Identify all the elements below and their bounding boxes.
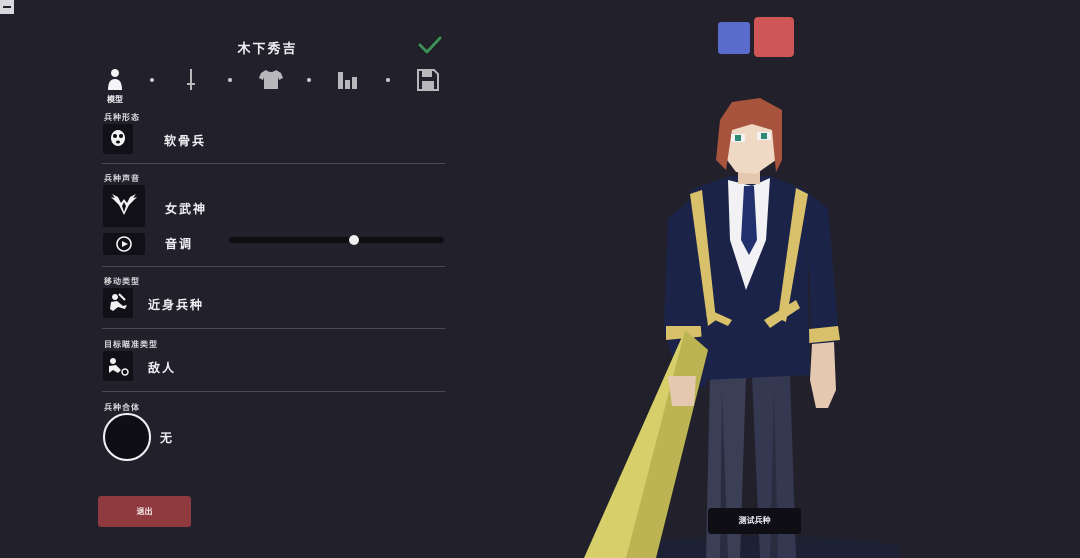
pitch-slider[interactable] <box>229 235 444 245</box>
test-unit-button[interactable]: 测试兵种 <box>708 508 801 534</box>
tab-separator-dot <box>228 78 232 82</box>
voice-section-label: 兵种声音 <box>104 174 140 183</box>
melee-unit-icon <box>110 293 127 311</box>
section-divider <box>102 328 445 329</box>
pitch-slider-handle[interactable] <box>348 235 359 245</box>
stats-icon <box>338 72 357 89</box>
form-value: 软骨兵 <box>164 134 207 148</box>
voice-play-button[interactable] <box>103 233 145 255</box>
movement-section-label: 移动类型 <box>104 277 140 286</box>
unit-character-model <box>584 98 910 558</box>
valkyrie-wings-icon <box>111 194 137 215</box>
unit-creator-screen: 木下秀吉 模型 兵种形态 软骨兵 兵种声音 女武神 音调 移动类型 近身兵种 目… <box>0 0 1080 558</box>
unit-preview[interactable] <box>560 90 910 558</box>
section-divider <box>102 163 445 164</box>
tab-stats[interactable] <box>333 68 365 102</box>
unit-editor-panel: 木下秀吉 模型 兵种形态 软骨兵 兵种声音 女武神 音调 移动类型 近身兵种 目… <box>95 30 450 540</box>
editor-tabs: 模型 <box>99 68 444 104</box>
skull-face-icon <box>111 130 125 146</box>
tab-separator-dot <box>307 78 311 82</box>
tab-weapons[interactable] <box>175 68 207 102</box>
combine-section-label: 兵种合体 <box>104 403 140 412</box>
team-blue-button[interactable] <box>718 22 750 54</box>
exit-button[interactable]: 退出 <box>98 496 191 527</box>
form-select-button[interactable] <box>103 124 133 154</box>
confirm-check-icon[interactable] <box>417 34 443 56</box>
minimize-icon[interactable] <box>0 0 14 14</box>
voice-select-button[interactable] <box>103 185 145 227</box>
tab-separator-dot <box>386 78 390 82</box>
pitch-label: 音调 <box>165 237 194 251</box>
movement-value: 近身兵种 <box>148 298 205 312</box>
unit-name-title[interactable]: 木下秀吉 <box>95 38 440 57</box>
play-icon <box>116 236 132 252</box>
form-section-label: 兵种形态 <box>104 113 140 122</box>
tab-model[interactable]: 模型 <box>99 68 131 104</box>
pitch-slider-fill <box>229 237 354 243</box>
section-divider <box>102 266 445 267</box>
sword-icon <box>187 69 195 90</box>
combine-select-button[interactable] <box>103 413 151 461</box>
voice-value: 女武神 <box>165 202 208 216</box>
shirt-icon <box>259 70 283 89</box>
tab-model-label: 模型 <box>107 95 123 104</box>
combine-value: 无 <box>160 431 175 445</box>
save-icon <box>417 69 439 91</box>
tab-clothing[interactable] <box>255 68 287 102</box>
section-divider <box>102 391 445 392</box>
targeting-select-button[interactable] <box>103 351 133 381</box>
movement-select-button[interactable] <box>103 288 133 318</box>
team-red-button[interactable] <box>754 17 794 57</box>
figure-icon <box>108 69 122 90</box>
tab-save[interactable] <box>412 68 444 102</box>
targeting-section-label: 目标瞄准类型 <box>104 340 158 349</box>
target-enemy-icon <box>109 358 129 376</box>
targeting-value: 敌人 <box>148 361 177 375</box>
tab-separator-dot <box>150 78 154 82</box>
